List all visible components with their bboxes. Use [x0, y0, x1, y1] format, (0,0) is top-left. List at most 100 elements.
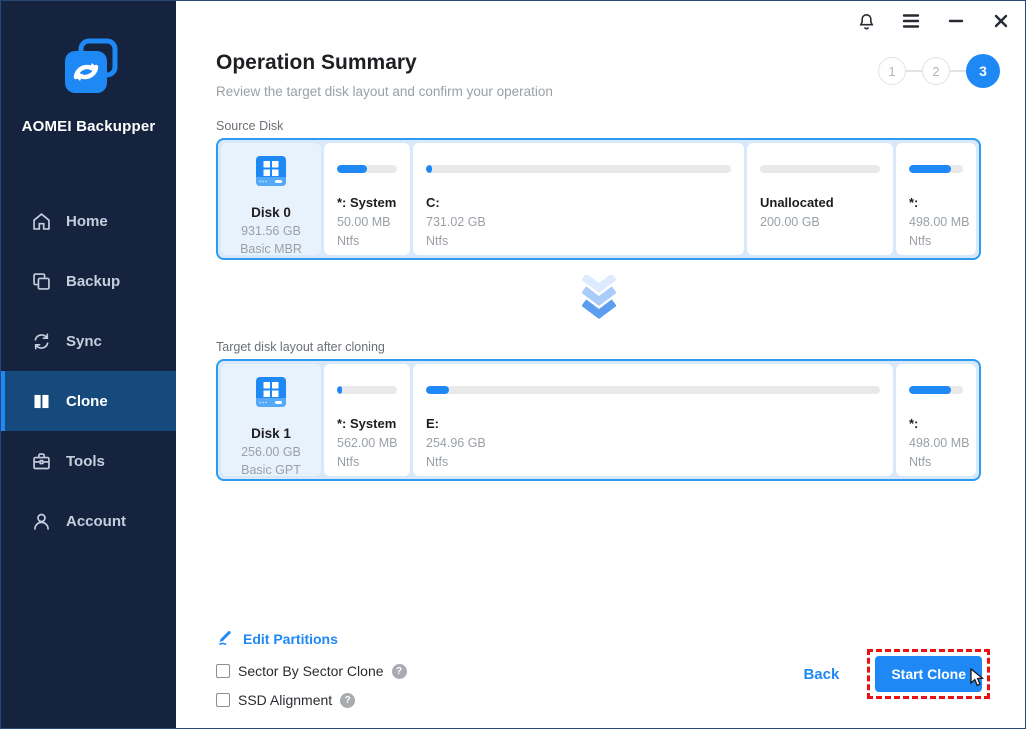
- minimize-icon[interactable]: [945, 10, 967, 32]
- sidebar-item-backup[interactable]: Backup: [1, 251, 176, 311]
- mouse-cursor-icon: [969, 667, 985, 693]
- menu-icon[interactable]: [900, 10, 922, 32]
- partition-cell[interactable]: C: 731.02 GB Ntfs: [413, 143, 744, 255]
- usage-bar: [909, 386, 963, 394]
- usage-bar: [909, 165, 963, 173]
- disk-info-cell[interactable]: Disk 0 931.56 GB Basic MBR: [221, 143, 321, 255]
- disk-size: 931.56 GB: [241, 224, 301, 238]
- sidebar-item-sync[interactable]: Sync: [1, 311, 176, 371]
- partition-fs: Ntfs: [909, 234, 932, 248]
- ssd-alignment-checkbox[interactable]: [216, 693, 230, 707]
- partition-fs: Ntfs: [426, 455, 449, 469]
- usage-bar-fill: [337, 165, 367, 173]
- main-content: Operation Summary Review the target disk…: [176, 1, 1025, 728]
- disk-type: Basic MBR: [240, 242, 302, 255]
- sector-by-sector-row: Sector By Sector Clone ?: [216, 663, 407, 679]
- partition-cell[interactable]: Unallocated 200.00 GB: [747, 143, 893, 255]
- sync-icon: [30, 330, 52, 352]
- step-3-active: 3: [966, 54, 1000, 88]
- start-clone-button[interactable]: Start Clone: [875, 656, 982, 692]
- disk-type: Basic GPT: [241, 463, 301, 476]
- disk-size: 256.00 GB: [241, 445, 301, 459]
- sidebar-item-label: Backup: [66, 272, 121, 290]
- disk-icon: [249, 156, 293, 199]
- sidebar-item-label: Account: [66, 512, 126, 530]
- sidebar-item-label: Clone: [66, 392, 108, 410]
- sidebar-item-account[interactable]: Account: [1, 491, 176, 551]
- target-disk-panel: Disk 1 256.00 GB Basic GPT *: System... 562.…: [216, 359, 981, 481]
- back-button[interactable]: Back: [803, 666, 839, 683]
- usage-bar: [337, 386, 397, 394]
- sidebar-item-label: Home: [66, 212, 108, 230]
- usage-bar: [426, 165, 731, 173]
- disk-name: Disk 1: [251, 426, 291, 441]
- source-disk-panel: Disk 0 931.56 GB Basic MBR *: System... 50.0…: [216, 138, 981, 260]
- partition-fs: Ntfs: [909, 455, 932, 469]
- step-connector: [906, 70, 922, 72]
- partition-name: Unallocated: [760, 195, 834, 210]
- disk-icon: [249, 377, 293, 420]
- footer-actions: Back Start Clone: [803, 649, 990, 699]
- partition-size: 200.00 GB: [760, 215, 820, 229]
- close-icon[interactable]: [990, 10, 1012, 32]
- partition-name: *: System...: [337, 195, 397, 210]
- sidebar: AOMEI Backupper Home Backup Sync Clone Tools…: [1, 1, 176, 728]
- usage-bar: [760, 165, 880, 173]
- step-1: 1: [878, 57, 906, 85]
- sector-by-sector-checkbox[interactable]: [216, 664, 230, 678]
- partition-name: *:: [909, 416, 919, 431]
- disk-info-cell[interactable]: Disk 1 256.00 GB Basic GPT: [221, 364, 321, 476]
- partition-cell[interactable]: *: System... 50.00 MB Ntfs: [324, 143, 410, 255]
- usage-bar: [337, 165, 397, 173]
- partition-size: 731.02 GB: [426, 215, 486, 229]
- sector-by-sector-label: Sector By Sector Clone: [238, 663, 384, 679]
- edit-partitions-label: Edit Partitions: [243, 630, 338, 647]
- partition-name: C:: [426, 195, 440, 210]
- sidebar-nav: Home Backup Sync Clone Tools Account: [1, 191, 176, 551]
- usage-bar-fill: [909, 165, 952, 173]
- usage-bar-fill: [337, 386, 342, 394]
- source-disk-label: Source Disk: [216, 119, 284, 133]
- partition-size: 254.96 GB: [426, 436, 486, 450]
- notification-bell-icon[interactable]: [855, 10, 877, 32]
- home-icon: [30, 210, 52, 232]
- logo-block: AOMEI Backupper: [1, 1, 176, 135]
- partition-cell[interactable]: *: 498.00 MB Ntfs: [896, 143, 976, 255]
- partition-name: *:: [909, 195, 919, 210]
- backup-icon: [30, 270, 52, 292]
- partition-cell[interactable]: *: System... 562.00 MB Ntfs: [324, 364, 410, 476]
- partition-cell[interactable]: *: 498.00 MB Ntfs: [896, 364, 976, 476]
- tools-icon: [30, 450, 52, 472]
- partition-size: 498.00 MB: [909, 215, 970, 229]
- edit-pencil-icon: [216, 627, 234, 650]
- step-2: 2: [922, 57, 950, 85]
- step-indicator: 123: [878, 54, 1000, 88]
- help-icon[interactable]: ?: [340, 692, 356, 708]
- usage-bar: [426, 386, 880, 394]
- sidebar-item-home[interactable]: Home: [1, 191, 176, 251]
- partition-size: 50.00 MB: [337, 215, 391, 229]
- partition-name: E:: [426, 416, 439, 431]
- chevron-down-icon: [580, 272, 617, 324]
- app-window: AOMEI Backupper Home Backup Sync Clone Tools…: [1, 1, 1025, 728]
- partition-size: 562.00 MB: [337, 436, 398, 450]
- partition-cell[interactable]: E: 254.96 GB Ntfs: [413, 364, 893, 476]
- usage-bar-fill: [426, 165, 433, 173]
- sidebar-item-label: Tools: [66, 452, 105, 470]
- edit-partitions-button[interactable]: Edit Partitions: [216, 627, 338, 650]
- ssd-alignment-label: SSD Alignment: [238, 692, 333, 708]
- partition-fs: Ntfs: [337, 455, 360, 469]
- partition-fs: Ntfs: [337, 234, 360, 248]
- partition-name: *: System...: [337, 416, 397, 431]
- app-name: AOMEI Backupper: [21, 118, 156, 135]
- disk-name: Disk 0: [251, 205, 291, 220]
- step-connector: [950, 70, 966, 72]
- account-icon: [30, 510, 52, 532]
- sidebar-item-clone[interactable]: Clone: [1, 371, 176, 431]
- sidebar-item-label: Sync: [66, 332, 102, 350]
- app-logo-icon: [56, 38, 122, 103]
- clone-direction-arrows: [216, 260, 981, 338]
- titlebar-icons: [855, 10, 1012, 32]
- help-icon[interactable]: ?: [391, 663, 407, 679]
- sidebar-item-tools[interactable]: Tools: [1, 431, 176, 491]
